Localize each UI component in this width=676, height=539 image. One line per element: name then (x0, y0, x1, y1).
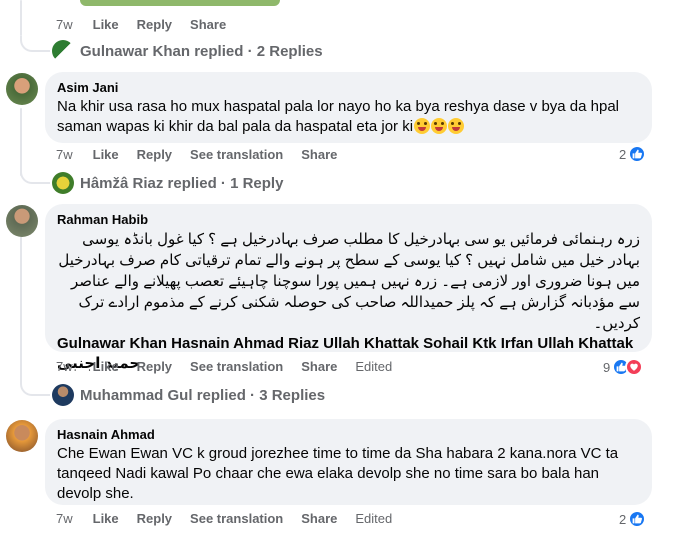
reply-count: 1 Reply (230, 174, 284, 192)
tagged-users[interactable]: Gulnawar Khan Hasnain Ahmad Riaz Ullah K… (57, 334, 640, 354)
comment-bubble: Asim Jani Na khir usa rasa ho mux haspat… (45, 72, 652, 143)
crazy-face-emoji-icon (431, 118, 448, 134)
top-image-fragment (80, 0, 280, 6)
reply-button[interactable]: Reply (137, 17, 172, 32)
timestamp[interactable]: 7w (56, 17, 73, 32)
like-reaction-icon (628, 510, 647, 528)
reaction-summary[interactable]: 2 (619, 510, 647, 528)
crazy-face-emoji-icon (414, 118, 431, 134)
like-button[interactable]: Like (93, 511, 119, 526)
comment-text-content: Na khir usa rasa ho mux haspatal pala lo… (57, 98, 620, 135)
reply-button[interactable]: Reply (137, 359, 172, 374)
share-button[interactable]: Share (190, 17, 226, 32)
view-replies-muhammad-gul[interactable]: Muhammad Gul replied · 3 Replies (52, 384, 325, 406)
view-replies-hamza[interactable]: Hâmžâ Riaz replied · 1 Reply (52, 172, 283, 194)
comment-author[interactable]: Rahman Habib (57, 212, 640, 227)
comment-bubble: Rahman Habib زرہ رہنمائی فرمائیں یو سی ب… (45, 204, 652, 372)
heart-reaction-icon (625, 358, 644, 376)
avatar (52, 40, 74, 62)
thread-line (20, 0, 22, 36)
thread-line (20, 108, 22, 176)
replied-label: replied (167, 174, 217, 192)
top-actions: 7w Like Reply Share (56, 17, 244, 32)
share-button[interactable]: Share (301, 147, 337, 162)
see-translation-button[interactable]: See translation (190, 359, 283, 374)
thread-curve (20, 380, 50, 396)
replier-name: Hâmžâ Riaz (80, 174, 164, 192)
share-button[interactable]: Share (301, 359, 337, 374)
like-button[interactable]: Like (93, 147, 119, 162)
crazy-face-emoji-icon (448, 118, 465, 134)
share-button[interactable]: Share (301, 511, 337, 526)
avatar[interactable] (6, 420, 38, 452)
like-button[interactable]: Like (93, 17, 119, 32)
view-replies-gulnawar[interactable]: Gulnawar Khan replied · 2 Replies (52, 40, 323, 62)
separator: · (247, 42, 253, 60)
reply-count: 3 Replies (259, 386, 326, 404)
replier-name: Gulnawar Khan (80, 42, 191, 60)
reaction-count: 2 (619, 146, 627, 162)
edited-label[interactable]: Edited (355, 359, 392, 374)
reply-button[interactable]: Reply (137, 511, 172, 526)
comment-bubble: Hasnain Ahmad Che Ewan Ewan VC k groud j… (45, 419, 652, 505)
replied-label: replied (196, 386, 246, 404)
reaction-summary[interactable]: 9 (603, 358, 644, 376)
comment-actions: 7w Like Reply See translation Share (56, 147, 355, 162)
comment-text: Na khir usa rasa ho mux haspatal pala lo… (57, 97, 640, 137)
separator: · (250, 386, 256, 404)
avatar[interactable] (6, 73, 38, 105)
comment-actions: 7w Like Reply See translation Share Edit… (56, 359, 410, 374)
comment-text: زرہ رہنمائی فرمائیں یو سی بہادرخیل کا مط… (58, 231, 640, 332)
timestamp[interactable]: 7w (56, 511, 73, 526)
replied-label: replied (194, 42, 244, 60)
avatar (52, 172, 74, 194)
comment-author[interactable]: Asim Jani (57, 80, 640, 95)
reaction-summary[interactable]: 2 (619, 145, 647, 163)
replier-name: Muhammad Gul (80, 386, 193, 404)
see-translation-button[interactable]: See translation (190, 511, 283, 526)
comment-author[interactable]: Hasnain Ahmad (57, 427, 640, 442)
thread-curve (20, 168, 50, 184)
timestamp[interactable]: 7w (56, 359, 73, 374)
comment-actions: 7w Like Reply See translation Share Edit… (56, 511, 410, 526)
see-translation-button[interactable]: See translation (190, 147, 283, 162)
avatar[interactable] (6, 205, 38, 237)
reaction-count: 2 (619, 511, 627, 527)
timestamp[interactable]: 7w (56, 147, 73, 162)
separator: · (220, 174, 226, 192)
avatar (52, 384, 74, 406)
like-button[interactable]: Like (93, 359, 119, 374)
reply-count: 2 Replies (256, 42, 323, 60)
like-reaction-icon (628, 145, 647, 163)
comment-text: Che Ewan Ewan VC k groud jorezhee time t… (57, 445, 619, 502)
edited-label[interactable]: Edited (355, 511, 392, 526)
reply-button[interactable]: Reply (137, 147, 172, 162)
reaction-count: 9 (603, 359, 611, 375)
thread-curve (20, 36, 50, 52)
thread-line (20, 236, 22, 382)
